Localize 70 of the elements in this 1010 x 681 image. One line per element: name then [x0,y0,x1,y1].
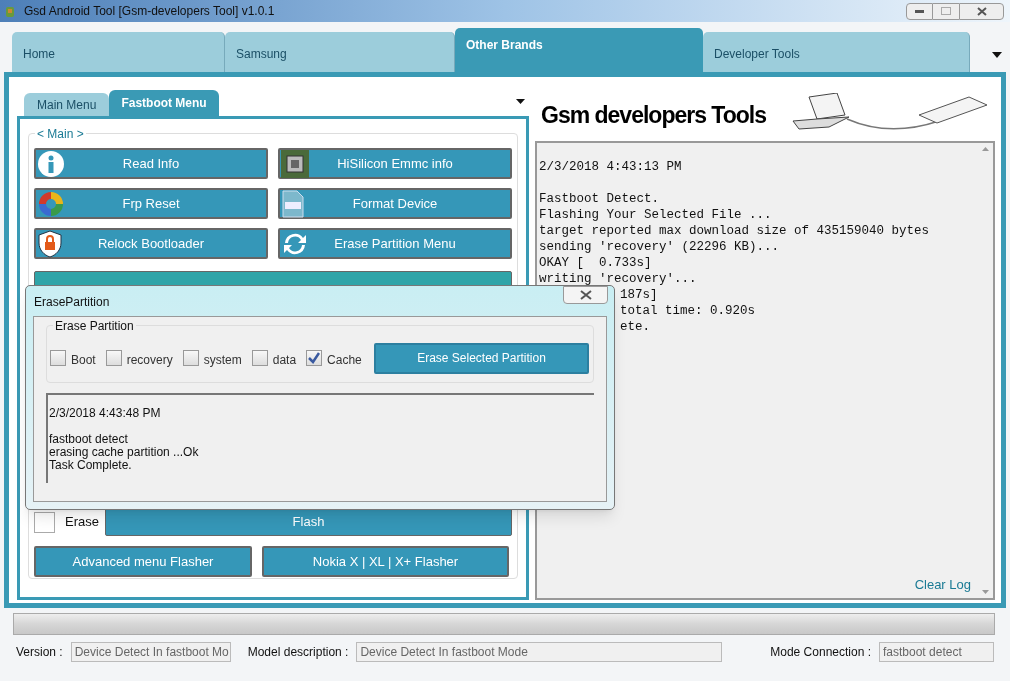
close-icon [579,290,592,300]
checkbox[interactable] [306,350,323,366]
log-line: total time: 0.920s [620,303,756,319]
dialog-title: ErasePartition [34,294,110,311]
close-button[interactable] [959,2,1004,20]
checkbox-label: data [272,352,297,369]
scroll-down-icon[interactable] [981,590,989,594]
log-line: sending 'recovery' (22296 KB)... [539,239,780,255]
shield-lock-icon [37,230,63,258]
log-line: Task Complete. [49,459,132,472]
checkbox-label: recovery [126,352,173,369]
chip-icon [281,150,309,178]
tab[interactable]: Developer Tools [703,32,970,72]
close-icon [976,6,987,16]
checkbox[interactable] [182,350,199,366]
check-icon [308,352,321,364]
tool-button[interactable]: HiSilicon Emmc info [278,148,512,179]
tool-button[interactable]: Format Device [278,188,512,219]
log-line: Fastboot Detect. [539,191,660,207]
banner-title: Gsm developers Tools [541,100,766,130]
tool-button[interactable]: Erase Partition Menu [278,228,512,259]
app-icon [4,4,16,18]
log-line: 2/3/2018 4:43:13 PM [539,159,682,175]
tab[interactable]: Other Brands [455,28,703,72]
log-line: erasing cache partition ...Ok [49,446,199,459]
scroll-up-icon[interactable] [981,147,989,151]
window-title: Gsd Android Tool [Gsm-developers Tool] v1.0.1 [24,3,275,20]
log-line: 187s] [620,287,658,303]
tab[interactable]: Home [12,32,225,72]
tab[interactable]: Samsung [225,32,455,72]
minimize-icon [915,9,924,13]
erase-selected-partition-button[interactable]: Erase Selected Partition [374,342,589,374]
flash-button[interactable]: Flash [105,508,512,536]
ring-icon [37,190,65,218]
maximize-icon [941,7,951,15]
log-line: Flashing Your Selected File ... [539,207,772,223]
flasher-button[interactable]: Advanced menu Flasher [34,546,252,577]
read-only-field: Device Detect In fastboot Mo [70,642,231,662]
sub-tab[interactable]: Main Menu [24,93,110,116]
field-label: Version : [16,644,63,661]
dropdown-arrow-icon[interactable] [992,52,1002,58]
field-label: Model description : [247,644,349,661]
checkbox[interactable] [105,350,122,366]
log-line: 2/3/2018 4:43:48 PM [49,407,161,420]
checkbox-label: Boot [71,352,96,369]
checkbox[interactable] [50,350,66,366]
clear-log-link[interactable]: Clear Log [914,574,971,594]
close-button[interactable] [563,286,608,304]
read-only-field: Device Detect In fastboot Mode [356,642,723,662]
field-label: Mode Connection : [770,644,871,661]
log-line: fastboot detect [49,433,128,446]
flasher-button[interactable]: Nokia X | XL | X+ Flasher [262,546,509,577]
info-icon [37,150,65,178]
log-line: writing 'recovery'... [539,271,697,287]
erase-label: Erase [65,513,100,532]
checkbox-label: Cache [327,352,362,369]
log-line: OKAY [ 0.733s] [539,255,652,271]
document-icon [281,190,305,218]
checkbox-label: system [203,352,242,369]
read-only-field: fastboot detect [879,642,994,662]
erase-checkbox[interactable] [34,511,55,533]
tool-button[interactable]: Frp Reset [34,188,268,219]
checkbox[interactable] [251,350,268,366]
log-line: target reported max download size of 435159040 bytes [539,223,930,239]
log-line: ete. [620,319,650,335]
minimize-button[interactable] [906,2,933,20]
dropdown-arrow-icon[interactable] [516,99,525,104]
tool-button[interactable]: Relock Bootloader [34,228,268,259]
sub-tab[interactable]: Fastboot Menu [109,90,219,116]
tool-button[interactable]: Read Info [34,148,268,179]
